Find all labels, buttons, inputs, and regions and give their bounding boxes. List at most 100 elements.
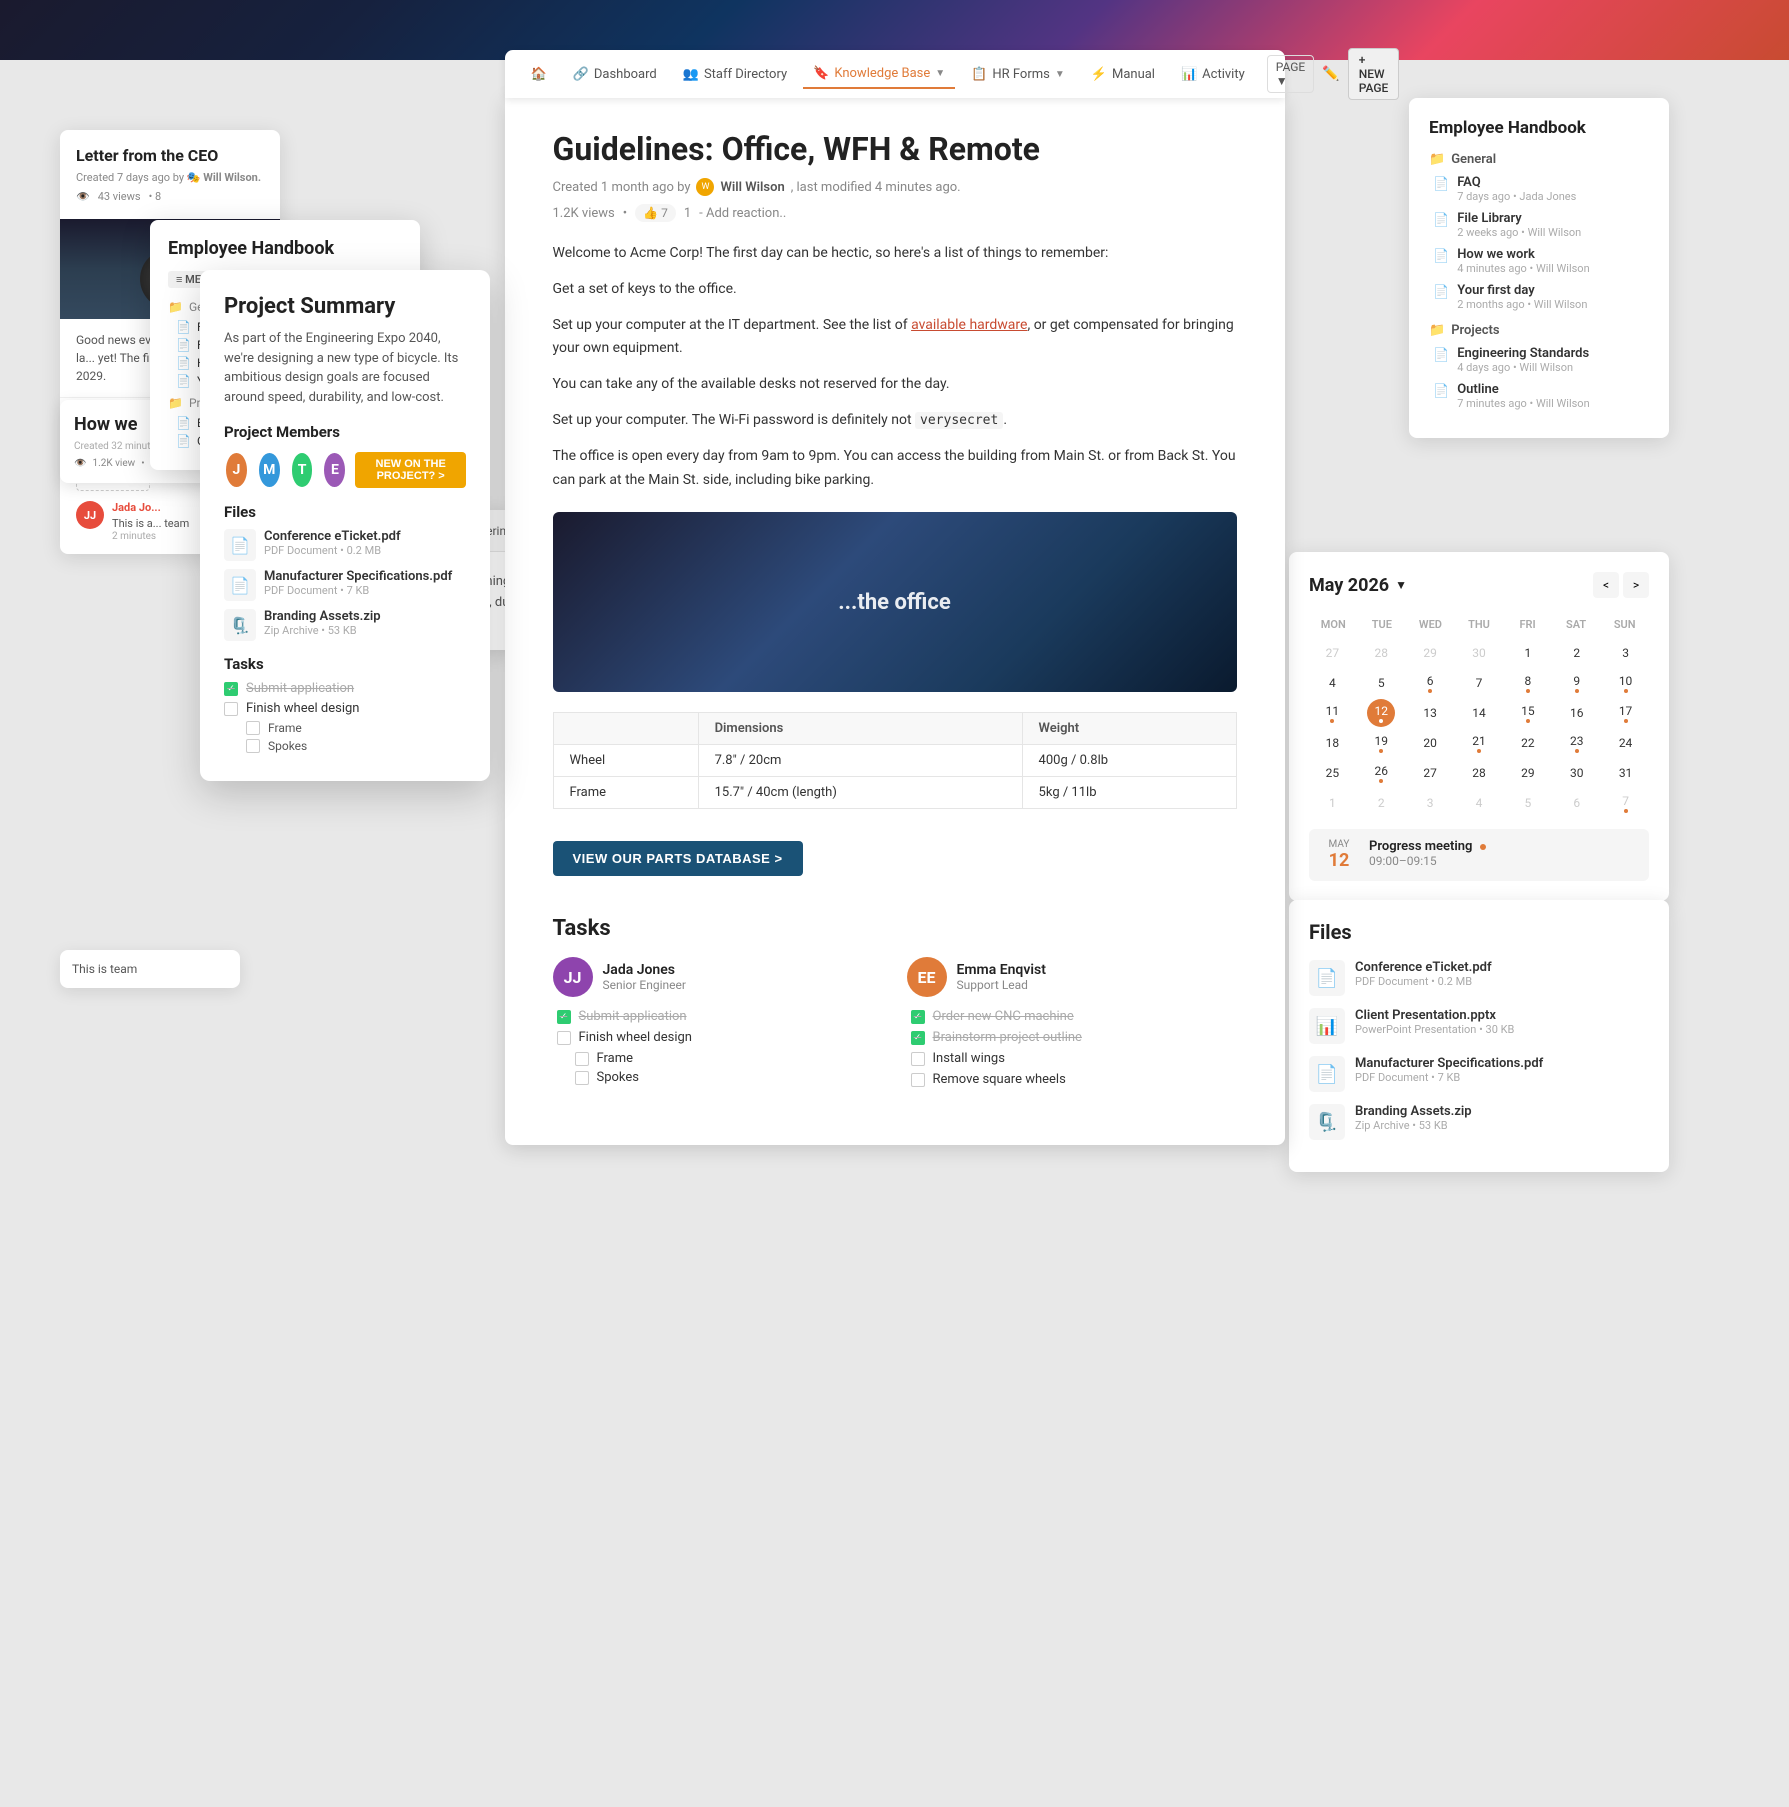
outline-icon: 📄 [176,434,191,448]
calendar-day-3[interactable]: 3 [1612,639,1640,667]
views-icon: 👁️ [74,458,86,469]
general-folder-icon: 📁 [1429,152,1445,167]
calendar-day-19[interactable]: 19 [1367,729,1395,757]
calendar-chevron-icon: ▼ [1395,578,1407,592]
calendar-day-27[interactable]: 27 [1318,639,1346,667]
calendar-day-3[interactable]: 3 [1416,789,1444,817]
calendar-day-4[interactable]: 4 [1465,789,1493,817]
task-check-1[interactable]: ✓ [557,1010,571,1024]
calendar-prev-button[interactable]: < [1593,572,1619,598]
calendar-day-16[interactable]: 16 [1563,699,1591,727]
calendar-day-29[interactable]: 29 [1514,759,1542,787]
calendar-day-5[interactable]: 5 [1367,669,1395,697]
calendar-day-18[interactable]: 18 [1318,729,1346,757]
nav-dashboard[interactable]: 🔗 Dashboard [563,61,667,88]
calendar-day-1[interactable]: 1 [1318,789,1346,817]
calendar-next-button[interactable]: > [1623,572,1649,598]
calendar-day-2[interactable]: 2 [1367,789,1395,817]
calendar-day-6[interactable]: 6 [1416,669,1444,697]
task-check-2[interactable] [557,1031,571,1045]
calendar-day-28[interactable]: 28 [1367,639,1395,667]
fw-file-3: 📄 Manufacturer Specifications.pdf PDF Do… [1309,1056,1649,1092]
calendar-day-23[interactable]: 23 [1563,729,1591,757]
jada-task-frame: Frame [553,1051,883,1066]
calendar-day-27[interactable]: 27 [1416,759,1444,787]
emma-check-4[interactable] [911,1073,925,1087]
nav-home[interactable]: 🏠 [521,61,557,88]
popup-check-2[interactable] [224,702,238,716]
eng-standards-doc-icon: 📄 [1433,348,1449,363]
home-icon: 🏠 [531,67,547,82]
calendar-day-20[interactable]: 20 [1416,729,1444,757]
sidebar-eng-standards[interactable]: 📄 Engineering Standards 4 days ago • Wil… [1429,346,1649,374]
nav-knowledge-base[interactable]: 🔖 Knowledge Base ▼ [803,60,955,89]
views-count: 1.2K views [553,206,615,221]
calendar-day-26[interactable]: 26 [1367,759,1395,787]
calendar-day-28[interactable]: 28 [1465,759,1493,787]
activity-icon: 📊 [1181,67,1197,82]
calendar-day-11[interactable]: 11 [1318,699,1346,727]
calendar-day-5[interactable]: 5 [1514,789,1542,817]
calendar-day-29[interactable]: 29 [1416,639,1444,667]
emma-check-2[interactable]: ✓ [911,1031,925,1045]
calendar-day-30[interactable]: 30 [1563,759,1591,787]
task-check-frame[interactable] [575,1052,589,1066]
calendar-day-12[interactable]: 12 [1367,699,1395,727]
calendar-day-4[interactable]: 4 [1318,669,1346,697]
calendar-day-15[interactable]: 15 [1514,699,1542,727]
nav-manual[interactable]: ⚡ Manual [1081,61,1165,88]
calendar-day-1[interactable]: 1 [1514,639,1542,667]
nav-hr-forms[interactable]: 📋 HR Forms ▼ [961,61,1075,88]
table-header-part [553,713,698,745]
calendar-day-14[interactable]: 14 [1465,699,1493,727]
new-on-project-button[interactable]: NEW ON THE PROJECT? > [355,452,466,488]
calendar-day-13[interactable]: 13 [1416,699,1444,727]
calendar-day-25[interactable]: 25 [1318,759,1346,787]
popup-check-spokes[interactable] [246,739,260,753]
emma-check-1[interactable]: ✓ [911,1010,925,1024]
sidebar-file-library[interactable]: 📄 File Library 2 weeks ago • Will Wilson [1429,211,1649,239]
member-3-avatar: T [290,451,315,489]
page-button[interactable]: PAGE ▼ [1267,55,1315,93]
calendar-day-31[interactable]: 31 [1612,759,1640,787]
popup-check-1[interactable]: ✓ [224,682,238,696]
left-panel-header: Letter from the CEO Created 7 days ago b… [60,130,280,219]
gen-folder-icon: 📁 [168,300,183,314]
calendar-day-10[interactable]: 10 [1612,669,1640,697]
popup-file-3: 🗜️ Branding Assets.zip Zip Archive • 53 … [224,609,466,641]
popup-subtask-spokes: Spokes [224,739,466,753]
add-reaction-button[interactable]: - Add reaction.. [699,206,786,221]
thumbs-reaction[interactable]: 👍 7 [635,204,676,222]
nav-activity[interactable]: 📊 Activity [1171,61,1255,88]
calendar-day-21[interactable]: 21 [1465,729,1493,757]
calendar-day-22[interactable]: 22 [1514,729,1542,757]
calendar-day-6[interactable]: 6 [1563,789,1591,817]
calendar-day-2[interactable]: 2 [1563,639,1591,667]
available-hardware-link[interactable]: available hardware [911,317,1027,333]
popup-check-frame[interactable] [246,721,260,735]
calendar-day-7[interactable]: 7 [1612,789,1640,817]
calendar-day-30[interactable]: 30 [1465,639,1493,667]
team-card: This is team [60,950,240,988]
calendar-day-8[interactable]: 8 [1514,669,1542,697]
nav-actions: PAGE ▼ ✏️ + NEW PAGE [1267,48,1400,100]
right-sidebar: Employee Handbook 📁 General 📄 FAQ 7 days… [1409,98,1669,438]
new-page-button[interactable]: + NEW PAGE [1348,48,1400,100]
calendar-day-7[interactable]: 7 [1465,669,1493,697]
calendar-day-9[interactable]: 9 [1563,669,1591,697]
emma-check-3[interactable] [911,1052,925,1066]
project-members-title: Project Members [224,423,466,441]
sidebar-how-we-work[interactable]: 📄 How we work 4 minutes ago • Will Wilso… [1429,247,1649,275]
sidebar-your-first-day[interactable]: 📄 Your first day 2 months ago • Will Wil… [1429,283,1649,311]
nav-staff-directory[interactable]: 👥 Staff Directory [673,61,797,88]
task-check-spokes[interactable] [575,1071,589,1085]
file-1-icon: 📄 [224,529,256,561]
calendar-day-17[interactable]: 17 [1612,699,1640,727]
popup-tasks-title: Tasks [224,655,466,673]
sidebar-faq[interactable]: 📄 FAQ 7 days ago • Jada Jones [1429,175,1649,203]
calendar-day-24[interactable]: 24 [1612,729,1640,757]
navbar: 🏠 🔗 Dashboard 👥 Staff Directory 🔖 Knowle… [505,50,1285,98]
sidebar-outline[interactable]: 📄 Outline 7 minutes ago • Will Wilson [1429,382,1649,410]
view-database-button[interactable]: VIEW OUR PARTS DATABASE > [553,841,803,876]
edit-icon[interactable]: ✏️ [1322,66,1339,82]
